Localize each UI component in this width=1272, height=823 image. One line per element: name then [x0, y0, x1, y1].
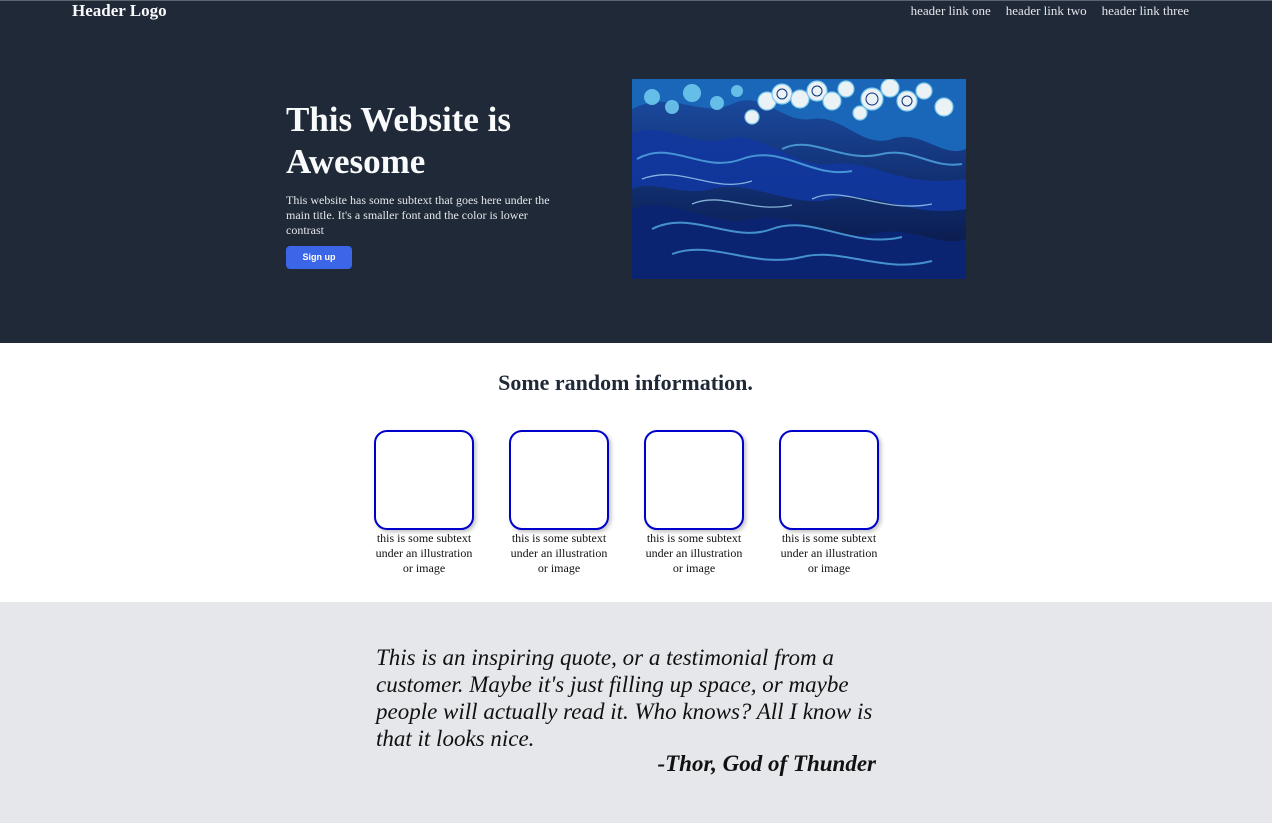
card-subtext: this is some subtext under an illustrati…: [510, 531, 608, 575]
hero-section: Header Logo header link one header link …: [0, 0, 1272, 343]
hero-title: This Website is Awesome: [286, 100, 511, 181]
illustration-placeholder: [374, 430, 474, 530]
card-subtext: this is some subtext under an illustrati…: [780, 531, 878, 575]
info-cards: this is some subtext under an illustrati…: [374, 430, 879, 576]
ocean-waves-image: [632, 79, 966, 279]
illustration-placeholder: [644, 430, 744, 530]
sign-up-button[interactable]: Sign up: [286, 246, 352, 269]
quote-text: This is an inspiring quote, or a testimo…: [376, 645, 873, 751]
header-link-two[interactable]: header link two: [1006, 2, 1087, 19]
card-subtext: this is some subtext under an illustrati…: [375, 531, 473, 575]
info-card: this is some subtext under an illustrati…: [509, 430, 609, 576]
header-link-one[interactable]: header link one: [911, 2, 991, 19]
hero-subtitle: This website has some subtext that goes …: [286, 193, 550, 237]
header-nav: Header Logo header link one header link …: [0, 1, 1272, 23]
card-subtext: this is some subtext under an illustrati…: [645, 531, 743, 575]
illustration-placeholder: [779, 430, 879, 530]
header-links: header link one header link two header l…: [911, 2, 1189, 19]
illustration-placeholder: [509, 430, 609, 530]
info-section: Some random information. this is some su…: [0, 343, 1272, 602]
hero-text: This Website is Awesome This website has…: [286, 99, 566, 269]
header-link-three[interactable]: header link three: [1102, 2, 1189, 19]
info-card: this is some subtext under an illustrati…: [779, 430, 879, 576]
header-logo[interactable]: Header Logo: [72, 1, 167, 21]
info-title: Some random information.: [498, 370, 753, 395]
quote-author: -Thor, God of Thunder: [657, 751, 876, 776]
quote-section: This is an inspiring quote, or a testimo…: [0, 602, 1272, 823]
info-card: this is some subtext under an illustrati…: [374, 430, 474, 576]
info-card: this is some subtext under an illustrati…: [644, 430, 744, 576]
